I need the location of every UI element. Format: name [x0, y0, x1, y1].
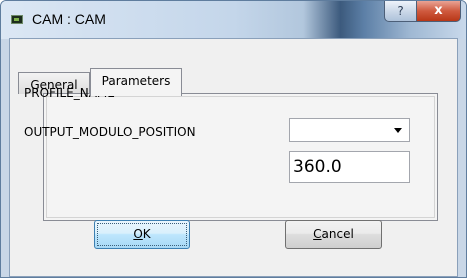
cancel-label-rest: ancel: [321, 227, 354, 241]
app-icon: [11, 15, 23, 24]
output-modulo-position-label: OUTPUT_MODULO_POSITION: [24, 125, 196, 139]
help-icon: ?: [397, 4, 404, 18]
ok-button[interactable]: OK: [94, 220, 190, 249]
profile-name-dropdown[interactable]: [289, 118, 410, 142]
close-icon: x: [434, 3, 443, 18]
help-button[interactable]: ?: [384, 1, 417, 22]
tab-parameters[interactable]: Parameters: [90, 68, 182, 96]
cancel-mnemonic: C: [313, 227, 322, 241]
window-title: CAM : CAM: [32, 11, 106, 27]
title-bar[interactable]: CAM : CAM ? x: [1, 1, 466, 39]
ok-label-rest: K: [142, 227, 151, 241]
cancel-button[interactable]: Cancel: [285, 220, 382, 249]
tab-parameters-label: Parameters: [101, 74, 171, 88]
cam-dialog-window: CAM : CAM ? x General Parameters PROFILE…: [0, 0, 467, 278]
close-button[interactable]: x: [416, 1, 461, 22]
dropdown-arrow-icon[interactable]: [394, 128, 402, 133]
ok-mnemonic: O: [133, 227, 143, 241]
output-modulo-position-input[interactable]: 360.0: [289, 151, 410, 183]
